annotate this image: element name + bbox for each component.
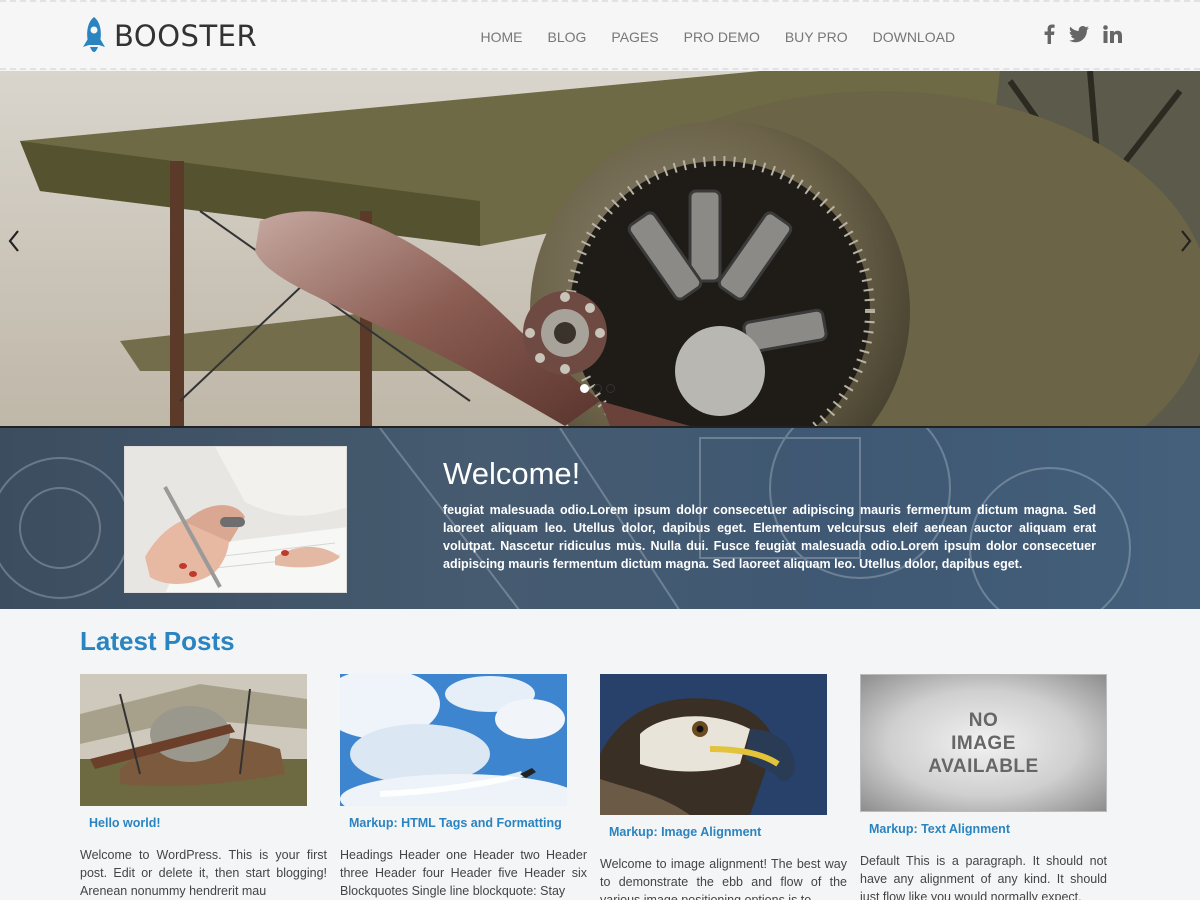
nav-download[interactable]: DOWNLOAD (873, 29, 955, 45)
nav-pro-demo[interactable]: PRO DEMO (684, 29, 760, 45)
post-title[interactable]: Markup: Image Alignment (609, 825, 827, 839)
facebook-icon[interactable] (1044, 24, 1055, 49)
rocket-icon (83, 17, 105, 52)
post-card: Markup: HTML Tags and Formatting Heading… (340, 674, 587, 900)
post-card: NO IMAGE AVAILABLE Markup: Text Alignmen… (860, 674, 1107, 900)
post-excerpt: Headings Header one Header two Header th… (340, 848, 587, 898)
twitter-icon[interactable] (1069, 25, 1089, 48)
post-title[interactable]: Markup: Text Alignment (869, 822, 1087, 836)
welcome-title: Welcome! (443, 456, 581, 491)
site-logo[interactable]: BOOSTER (80, 14, 257, 58)
no-image-placeholder[interactable]: NO IMAGE AVAILABLE (860, 674, 1107, 812)
post-excerpt: Default This is a paragraph. It should n… (860, 854, 1107, 900)
post-thumbnail[interactable] (80, 674, 307, 806)
post-thumbnail[interactable] (340, 674, 567, 806)
slider-dot-1[interactable] (580, 384, 589, 393)
site-title[interactable]: BOOSTER (114, 19, 257, 53)
post-card: Hello world! Welcome to WordPress. This … (80, 674, 327, 900)
post-thumbnail[interactable] (600, 674, 827, 815)
slider-next-arrow[interactable] (1176, 226, 1196, 256)
site-header: BOOSTER HOME BLOG PAGES PRO DEMO BUY PRO… (0, 0, 1200, 70)
post-excerpt: Welcome to image alignment! The best way… (600, 857, 847, 900)
slider-dot-3[interactable] (606, 384, 615, 393)
no-image-line-2: IMAGE (951, 732, 1016, 754)
nav-pages[interactable]: PAGES (611, 29, 658, 45)
welcome-section: Welcome! feugiat malesuada odio.Lorem ip… (0, 426, 1200, 609)
nav-buy-pro[interactable]: BUY PRO (785, 29, 848, 45)
no-image-line-1: NO (968, 709, 999, 731)
no-image-line-3: AVAILABLE (928, 755, 1039, 777)
welcome-text: feugiat malesuada odio.Lorem ipsum dolor… (443, 503, 1096, 571)
hero-slider (0, 71, 1200, 426)
nav-home[interactable]: HOME (481, 29, 523, 45)
main-nav: HOME BLOG PAGES PRO DEMO BUY PRO DOWNLOA… (468, 2, 968, 72)
hero-image (0, 71, 1200, 426)
linkedin-icon[interactable] (1103, 25, 1122, 48)
nav-blog[interactable]: BLOG (548, 29, 587, 45)
welcome-image (124, 446, 347, 593)
post-excerpt: Welcome to WordPress. This is your first… (80, 848, 327, 898)
social-links (1030, 24, 1122, 49)
latest-posts-heading: Latest Posts (80, 626, 235, 656)
post-card: Markup: Image Alignment Welcome to image… (600, 674, 847, 900)
post-title[interactable]: Markup: HTML Tags and Formatting (349, 816, 567, 830)
post-title[interactable]: Hello world! (89, 816, 307, 830)
slider-pagination (580, 384, 619, 393)
slider-prev-arrow[interactable] (4, 226, 24, 256)
slider-dot-2[interactable] (593, 384, 602, 393)
